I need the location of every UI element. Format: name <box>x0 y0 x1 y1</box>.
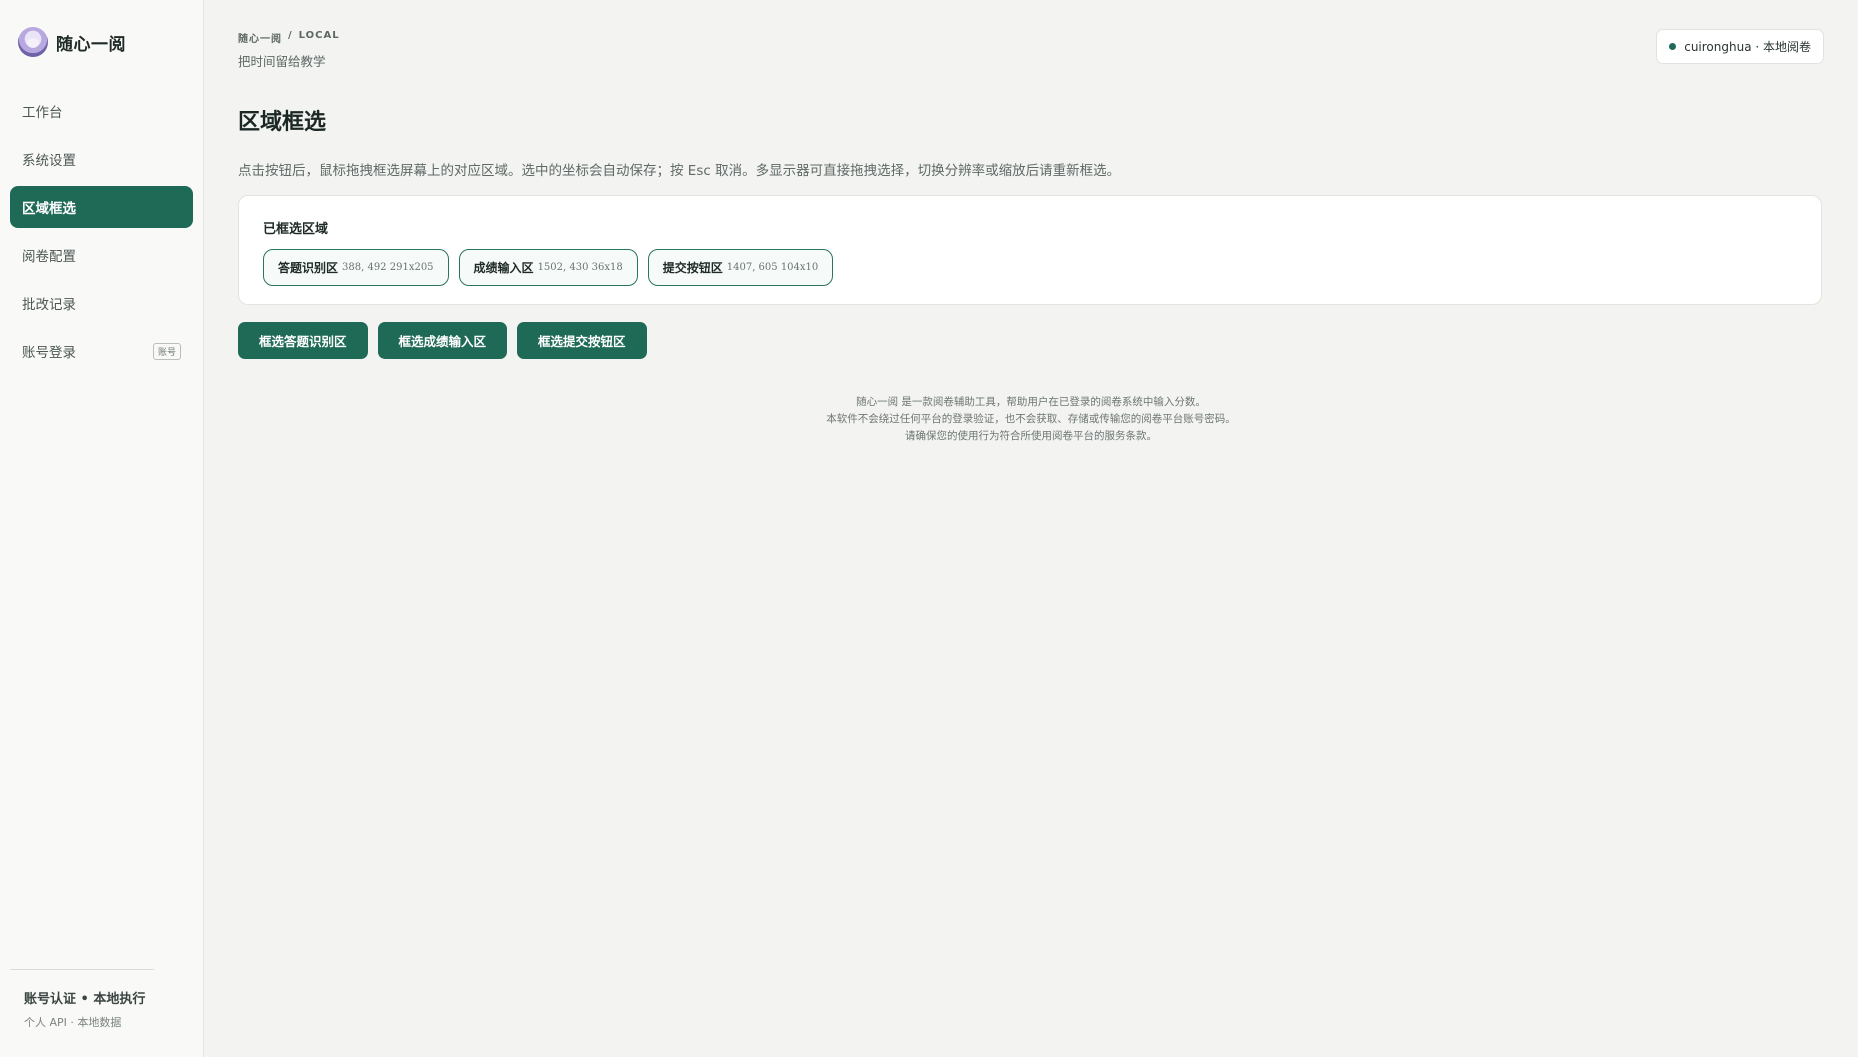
breadcrumb: 随心一阅 / LOCAL <box>238 30 340 45</box>
page-description: 点击按钮后，鼠标拖拽框选屏幕上的对应区域。选中的坐标会自动保存；按 Esc 取消… <box>238 163 1121 179</box>
sidebar-item-grading-config[interactable]: 阅卷配置 <box>10 234 193 276</box>
region-chip-coords: 1502, 430 36x18 <box>537 262 623 273</box>
sidebar-divider <box>10 969 154 970</box>
user-status-label: cuironghua · 本地阅卷 <box>1684 40 1811 54</box>
sidebar-nav: 工作台 系统设置 区域框选 阅卷配置 批改记录 账号登录 账号 <box>10 90 193 378</box>
card-title: 已框选区域 <box>263 222 329 237</box>
sidebar: 随心一阅 工作台 系统设置 区域框选 阅卷配置 批改记录 账号登录 账号 账号认… <box>0 0 204 1057</box>
select-submit-region-button[interactable]: 框选提交按钮区 <box>517 322 647 359</box>
disclaimer: 随心一阅 是一款阅卷辅助工具，帮助用户在已登录的阅卷系统中输入分数。 本软件不会… <box>204 394 1858 445</box>
select-answer-region-button[interactable]: 框选答题识别区 <box>238 322 368 359</box>
region-chip-label: 成绩输入区 <box>473 261 534 275</box>
page-title: 区域框选 <box>238 110 327 135</box>
brand[interactable]: 随心一阅 <box>18 27 126 57</box>
region-chip-coords: 388, 492 291x205 <box>342 262 434 273</box>
footer-subtitle: 个人 API · 本地数据 <box>24 1016 122 1029</box>
sidebar-item-label: 区域框选 <box>22 201 76 217</box>
action-buttons: 框选答题识别区 框选成绩输入区 框选提交按钮区 <box>238 322 647 359</box>
header-subtitle: 把时间留给教学 <box>238 54 326 69</box>
app-title: 随心一阅 <box>56 34 126 55</box>
sidebar-item-label: 批改记录 <box>22 297 76 313</box>
disclaimer-line: 本软件不会绕过任何平台的登录验证，也不会获取、存储或传输您的阅卷平台账号密码。 <box>826 413 1236 425</box>
sidebar-item-label: 账号登录 <box>22 345 76 361</box>
footer-title: 账号认证 • 本地执行 <box>24 992 146 1007</box>
selected-regions-card: 已框选区域 答题识别区 388, 492 291x205 成绩输入区 1502,… <box>238 195 1822 305</box>
app-window: 随心一阅 工作台 系统设置 区域框选 阅卷配置 批改记录 账号登录 账号 账号认… <box>0 0 1858 1057</box>
select-score-input-region-button[interactable]: 框选成绩输入区 <box>377 322 508 359</box>
breadcrumb-separator: / <box>288 30 293 41</box>
brand-avatar-icon <box>18 27 48 57</box>
sidebar-footer: 账号认证 • 本地执行 个人 API · 本地数据 <box>24 988 145 1030</box>
sidebar-item-settings[interactable]: 系统设置 <box>10 138 193 180</box>
account-badge: 账号 <box>152 342 181 360</box>
region-chip-answer[interactable]: 答题识别区 388, 492 291x205 <box>263 249 449 286</box>
sidebar-item-label: 系统设置 <box>22 153 76 169</box>
main-content: 随心一阅 / LOCAL 把时间留给教学 cuironghua · 本地阅卷 区… <box>204 0 1858 1057</box>
region-chip-label: 提交按钮区 <box>662 261 723 275</box>
region-chip-coords: 1407, 605 104x10 <box>726 262 819 273</box>
sidebar-item-history[interactable]: 批改记录 <box>10 282 193 324</box>
sidebar-item-workbench[interactable]: 工作台 <box>10 90 193 132</box>
sidebar-item-label: 工作台 <box>22 105 63 121</box>
user-status-chip[interactable]: cuironghua · 本地阅卷 <box>1656 29 1824 64</box>
breadcrumb-current: LOCAL <box>298 30 340 41</box>
disclaimer-line: 请确保您的使用行为符合所使用阅卷平台的服务条款。 <box>905 430 1157 442</box>
region-chip-label: 答题识别区 <box>278 261 339 275</box>
disclaimer-line: 随心一阅 是一款阅卷辅助工具，帮助用户在已登录的阅卷系统中输入分数。 <box>856 396 1206 408</box>
sidebar-item-label: 阅卷配置 <box>22 249 76 265</box>
sidebar-item-region-select[interactable]: 区域框选 <box>10 186 193 228</box>
status-dot-icon <box>1669 43 1677 50</box>
region-chip-score-input[interactable]: 成绩输入区 1502, 430 36x18 <box>458 249 638 286</box>
region-chip-submit[interactable]: 提交按钮区 1407, 605 104x10 <box>647 249 834 286</box>
sidebar-item-account-login[interactable]: 账号登录 账号 <box>10 330 193 372</box>
breadcrumb-app[interactable]: 随心一阅 <box>238 30 282 45</box>
region-chip-list: 答题识别区 388, 492 291x205 成绩输入区 1502, 430 3… <box>263 249 834 286</box>
